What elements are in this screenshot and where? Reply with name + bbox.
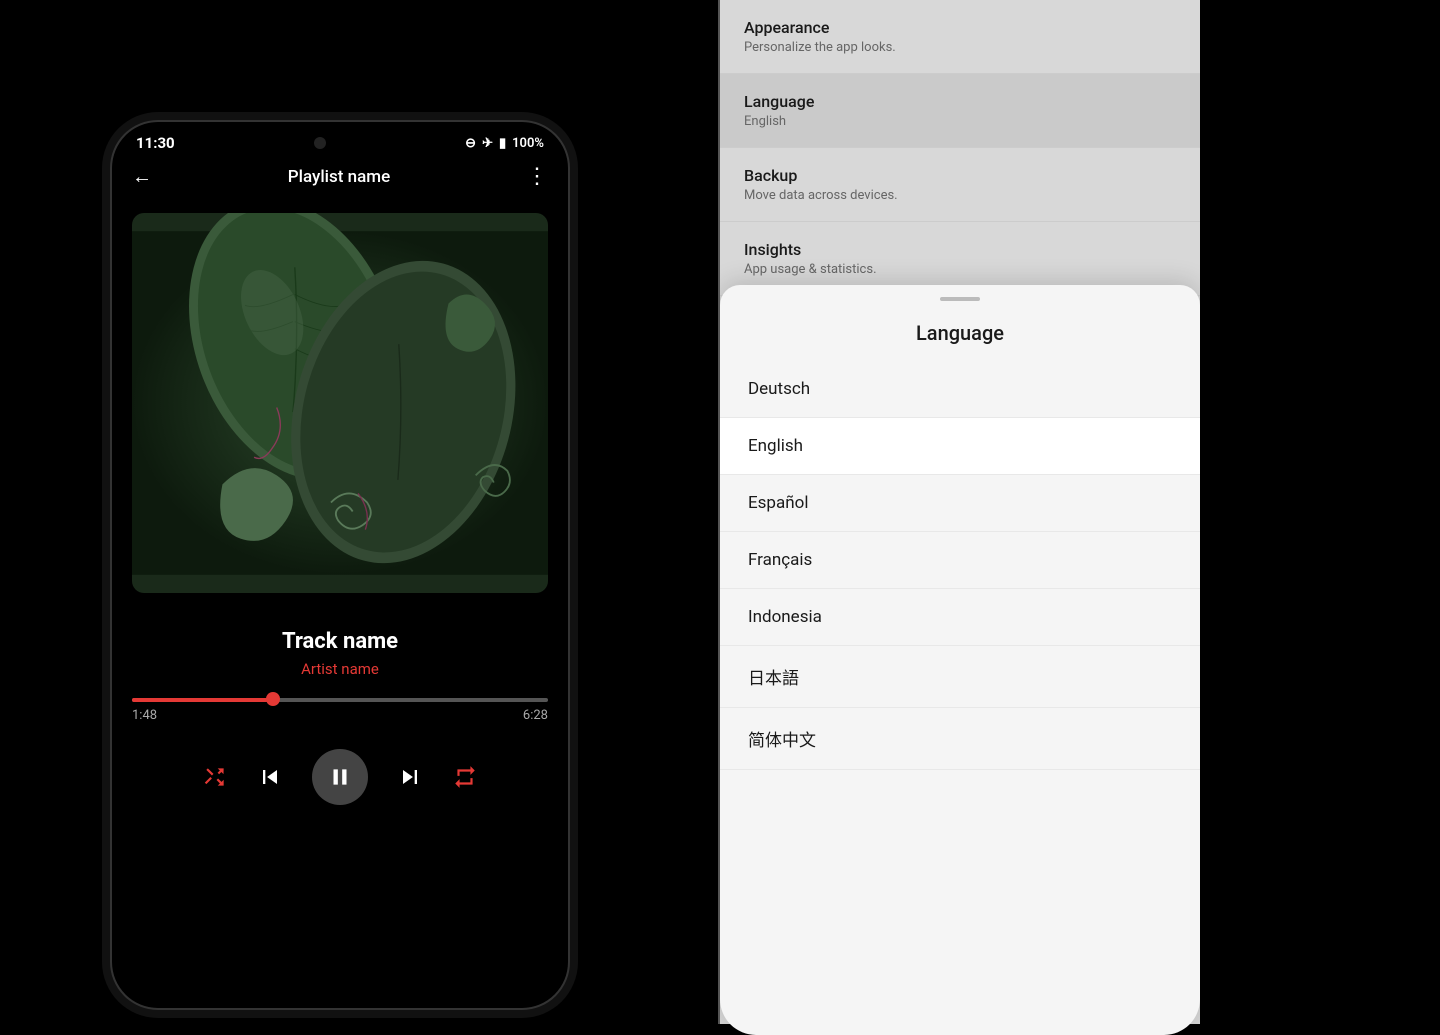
playback-controls: [112, 733, 568, 825]
back-button[interactable]: ←: [132, 164, 152, 189]
progress-times: 1:48 6:28: [132, 702, 548, 729]
language-option-indonesia[interactable]: Indonesia: [720, 589, 1200, 646]
status-bar: 11:30 ⊖ ✈ ▮ 100%: [112, 122, 568, 156]
language-title: Language: [744, 92, 1176, 111]
backup-title: Backup: [744, 166, 1176, 185]
prev-button[interactable]: [256, 763, 284, 791]
airplane-icon: ✈: [482, 136, 493, 151]
shuffle-button[interactable]: [202, 764, 228, 790]
bottom-sheet-title: Language: [720, 301, 1200, 361]
music-player-phone: 11:30 ⊖ ✈ ▮ 100% ← Playlist name ⋮: [110, 120, 570, 1010]
language-bottom-sheet: Language Deutsch English Español Françai…: [720, 285, 1200, 1035]
language-option-deutsch[interactable]: Deutsch: [720, 361, 1200, 418]
next-button[interactable]: [396, 763, 424, 791]
insights-title: Insights: [744, 240, 1176, 259]
language-subtitle: English: [744, 114, 1176, 129]
camera-notch: [314, 137, 326, 149]
progress-container[interactable]: 1:48 6:28: [112, 686, 568, 733]
status-icons: ⊖ ✈ ▮ 100%: [465, 136, 544, 151]
backup-subtitle: Move data across devices.: [744, 188, 1176, 203]
language-option-espanol[interactable]: Español: [720, 475, 1200, 532]
language-option-english[interactable]: English: [720, 418, 1200, 475]
settings-item-language[interactable]: Language English: [720, 74, 1200, 148]
repeat-button[interactable]: [452, 764, 478, 790]
settings-item-appearance[interactable]: Appearance Personalize the app looks.: [720, 0, 1200, 74]
language-option-japanese[interactable]: 日本語: [720, 646, 1200, 708]
play-pause-button[interactable]: [312, 749, 368, 805]
appearance-title: Appearance: [744, 18, 1176, 37]
language-option-chinese[interactable]: 简体中文: [720, 708, 1200, 770]
playlist-title: Playlist name: [288, 167, 390, 187]
insights-subtitle: App usage & statistics.: [744, 262, 1176, 277]
battery-icon: ▮: [499, 136, 506, 151]
artist-name: Artist name: [132, 660, 548, 678]
top-nav: ← Playlist name ⋮: [112, 156, 568, 197]
language-option-francais[interactable]: Français: [720, 532, 1200, 589]
track-name: Track name: [132, 629, 548, 654]
settings-list: Appearance Personalize the app looks. La…: [720, 0, 1200, 296]
album-art: [132, 213, 548, 593]
progress-bar-fill: [132, 698, 273, 702]
battery-percent: 100%: [512, 136, 544, 151]
current-time: 1:48: [132, 708, 157, 723]
appearance-subtitle: Personalize the app looks.: [744, 40, 1176, 55]
settings-item-backup[interactable]: Backup Move data across devices.: [720, 148, 1200, 222]
dnd-icon: ⊖: [465, 136, 476, 151]
total-time: 6:28: [523, 708, 548, 723]
track-info: Track name Artist name: [112, 609, 568, 686]
more-menu-button[interactable]: ⋮: [526, 164, 548, 189]
status-time: 11:30: [136, 134, 175, 152]
progress-bar-track[interactable]: [132, 698, 548, 702]
language-list: Deutsch English Español Français Indones…: [720, 361, 1200, 770]
